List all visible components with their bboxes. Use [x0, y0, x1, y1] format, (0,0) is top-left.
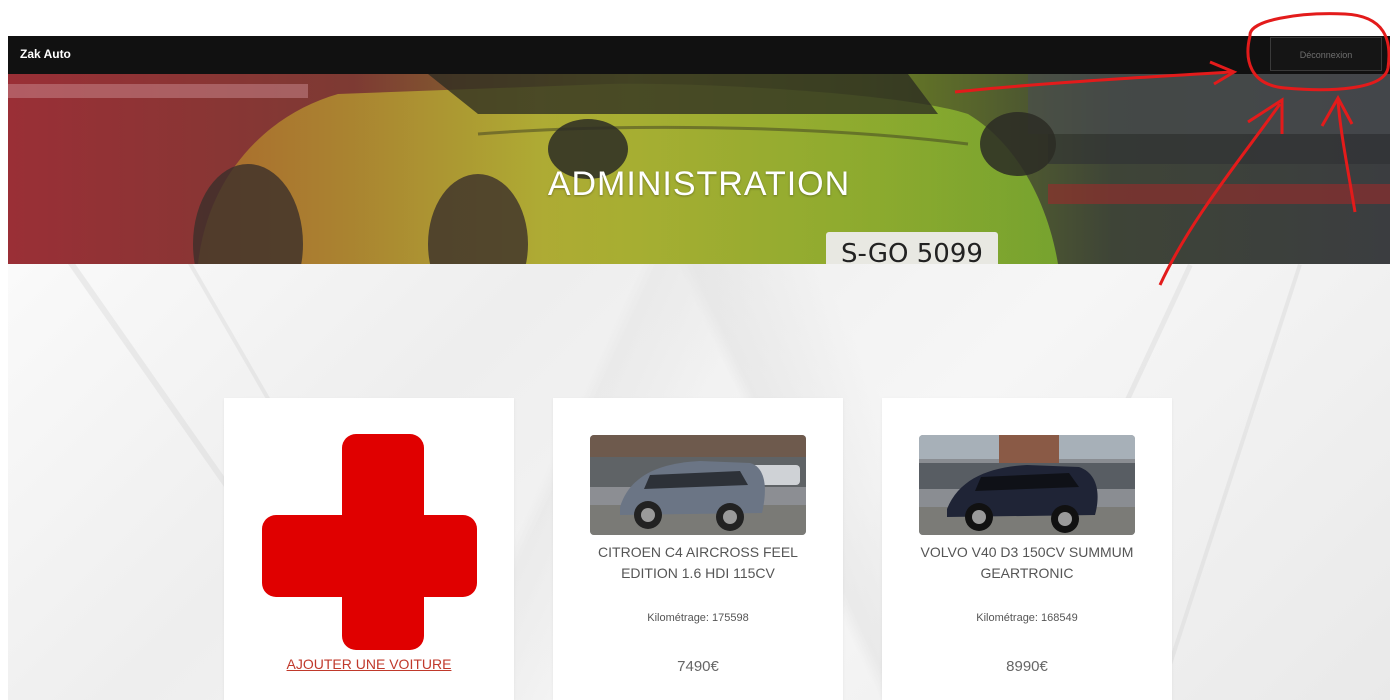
car-title: VOLVO V40 D3 150CV SUMMUM GEARTRONIC [920, 544, 1134, 581]
brand-logo[interactable]: Zak Auto [20, 36, 71, 72]
car-title: CITROEN C4 AIRCROSS FEEL EDITION 1.6 HDI… [598, 544, 798, 581]
page: Zak Auto Déconnexion S-GO 5099 ADMINISTR… [0, 0, 1390, 700]
page-title: ADMINISTRATION [547, 164, 851, 203]
top-navbar: Zak Auto Déconnexion [8, 36, 1390, 74]
car-card[interactable]: VOLVO V40 D3 150CV SUMMUM GEARTRONIC Kil… [882, 398, 1172, 700]
car-mileage: Kilométrage: 175598 [647, 612, 749, 624]
hero-banner: S-GO 5099 ADMINISTRATION [8, 74, 1390, 264]
car-photo[interactable] [919, 435, 1135, 535]
logout-button[interactable]: Déconnexion [1270, 37, 1382, 71]
car-price: 8990€ [1006, 658, 1048, 675]
car-price: 7490€ [677, 658, 719, 675]
car-photo[interactable] [590, 435, 806, 535]
car-mileage: Kilométrage: 168549 [976, 612, 1078, 624]
license-plate-text: S-GO 5099 [841, 239, 983, 264]
car-card[interactable]: CITROEN C4 AIRCROSS FEEL EDITION 1.6 HDI… [553, 398, 843, 700]
add-car-card[interactable]: AJOUTER UNE VOITURE [224, 398, 514, 700]
add-car-link[interactable]: AJOUTER UNE VOITURE [224, 656, 514, 672]
